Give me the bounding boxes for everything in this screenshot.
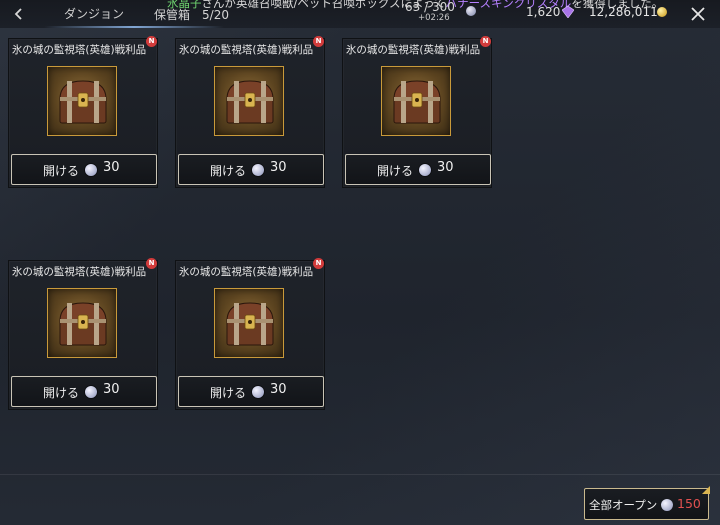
open-button-label: 開ける (43, 164, 80, 178)
chest-image-frame[interactable] (47, 66, 117, 136)
open-cost: 30 (270, 160, 287, 175)
treasure-chest-icon (226, 80, 274, 124)
loot-card: 氷の城の監視塔(英雄)戦利品 N 開ける 30 (8, 36, 158, 188)
loot-card: 氷の城の監視塔(英雄)戦利品 N 開ける 30 (8, 258, 158, 410)
chest-image-frame[interactable] (214, 288, 284, 358)
loot-card-title: 氷の城の監視塔(英雄)戦利品 (11, 266, 147, 278)
chest-image-frame[interactable] (47, 288, 117, 358)
key-coin-icon (252, 386, 264, 398)
new-badge: N (313, 258, 324, 269)
loot-card: 氷の城の監視塔(英雄)戦利品 N 開ける 30 (175, 36, 325, 188)
crystal-count: 1,620 (526, 5, 561, 19)
open-chest-button[interactable]: 開ける 30 (11, 376, 157, 407)
top-bar: ダンジョン 保管箱 5/20 氷晶子さんが英雄召喚獣/ペット召喚ボックスによってバ… (0, 0, 720, 28)
new-badge: N (146, 258, 157, 269)
loot-card: 氷の城の監視塔(英雄)戦利品 N 開ける 30 (342, 36, 492, 188)
chevron-left-icon (14, 8, 22, 20)
stamina-timer: +02:26 (418, 13, 450, 23)
open-cost: 30 (103, 382, 120, 397)
loot-card-title: 氷の城の監視塔(英雄)戦利品 (178, 44, 314, 56)
open-button-label: 開ける (210, 386, 247, 400)
footer-divider (0, 474, 720, 475)
key-coin-icon (419, 164, 431, 176)
chest-image-frame[interactable] (381, 66, 451, 136)
loot-card: 氷の城の監視塔(英雄)戦利品 N 開ける 30 (175, 258, 325, 410)
key-coin-icon (85, 164, 97, 176)
treasure-chest-icon (393, 80, 441, 124)
open-chest-button[interactable]: 開ける 30 (345, 154, 491, 185)
chest-image-frame[interactable] (214, 66, 284, 136)
treasure-chest-icon (59, 80, 107, 124)
close-icon (691, 7, 705, 21)
open-all-label: 全部オープン (589, 498, 658, 512)
open-chest-button[interactable]: 開ける 30 (178, 154, 324, 185)
stamina-icon (466, 6, 476, 16)
new-badge: N (146, 36, 157, 47)
ticker-player-name: 氷晶子 (167, 0, 202, 10)
close-button[interactable] (686, 2, 710, 26)
stamina-value: 63 / 300 (405, 0, 455, 14)
open-button-label: 開ける (210, 164, 247, 178)
corner-arrow-icon (702, 486, 710, 494)
loot-card-title: 氷の城の監視塔(英雄)戦利品 (11, 44, 147, 56)
key-coin-icon (661, 499, 673, 511)
open-chest-button[interactable]: 開ける 30 (178, 376, 324, 407)
open-cost: 30 (103, 160, 120, 175)
gold-coin-icon (657, 7, 667, 17)
open-all-cost: 150 (677, 496, 701, 511)
open-button-label: 開ける (377, 164, 414, 178)
new-badge: N (313, 36, 324, 47)
key-coin-icon (85, 386, 97, 398)
open-all-button[interactable]: 全部オープン 150 (584, 488, 709, 520)
treasure-chest-icon (59, 302, 107, 346)
key-coin-icon (252, 164, 264, 176)
nav-title: ダンジョン (64, 7, 125, 21)
tab-underline (44, 26, 224, 28)
open-cost: 30 (437, 160, 454, 175)
loot-card-title: 氷の城の監視塔(英雄)戦利品 (345, 44, 481, 56)
treasure-chest-icon (226, 302, 274, 346)
back-button[interactable] (8, 3, 30, 25)
new-badge: N (480, 36, 491, 47)
crystal-icon (562, 6, 574, 18)
open-cost: 30 (270, 382, 287, 397)
open-button-label: 開ける (43, 386, 80, 400)
gold-count: 12,286,011 (589, 5, 658, 19)
loot-card-title: 氷の城の監視塔(英雄)戦利品 (178, 266, 314, 278)
open-chest-button[interactable]: 開ける 30 (11, 154, 157, 185)
